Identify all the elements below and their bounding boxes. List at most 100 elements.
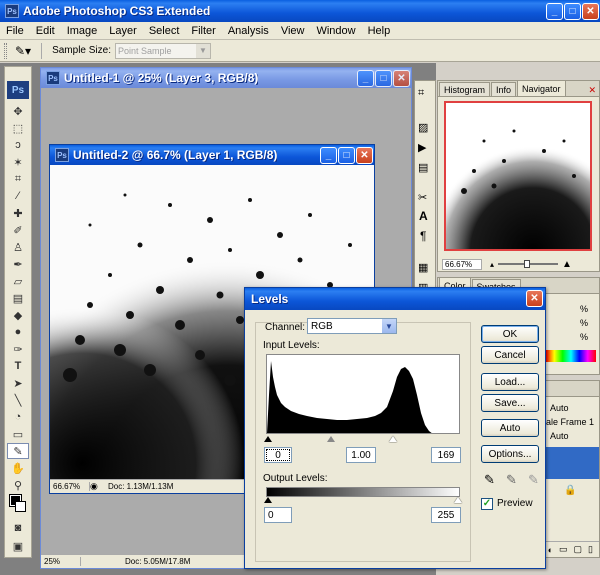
menu-analysis[interactable]: Analysis xyxy=(222,25,275,37)
doc1-maximize-button[interactable]: □ xyxy=(375,70,392,87)
marquee-tool-icon[interactable]: ⬚ xyxy=(7,120,29,136)
auto-button[interactable]: Auto xyxy=(481,419,539,437)
screen-mode-icon[interactable]: ▣ xyxy=(7,538,29,554)
layer-comps-icon[interactable]: ▤ xyxy=(418,161,428,174)
doc1-minimize-button[interactable]: _ xyxy=(357,70,374,87)
tab-info[interactable]: Info xyxy=(491,82,517,96)
channel-select[interactable]: RGB ▼ xyxy=(307,318,397,334)
eyedropper-tool-icon[interactable]: ✎ xyxy=(7,443,29,459)
panel-close-icon[interactable]: ✕ xyxy=(588,85,596,96)
input-black-slider[interactable] xyxy=(264,436,272,442)
pen-tool-icon[interactable]: ✑ xyxy=(7,341,29,357)
menu-help[interactable]: Help xyxy=(362,25,397,37)
adjustment-layer-icon[interactable]: ◐ xyxy=(548,545,553,555)
notes-tool-icon[interactable]: ▭ xyxy=(7,426,29,442)
save-button[interactable]: Save... xyxy=(481,394,539,412)
eyedropper-tool-preset-icon[interactable]: ✎▾ xyxy=(15,44,31,58)
gradient-tool-icon[interactable]: ▤ xyxy=(7,290,29,306)
zoom-tool-icon[interactable]: ⚲ xyxy=(7,477,29,493)
load-button[interactable]: Load... xyxy=(481,373,539,391)
character-icon[interactable]: A xyxy=(419,209,428,223)
input-gamma-slider[interactable] xyxy=(327,436,335,442)
input-black-field[interactable]: 0 xyxy=(264,447,292,463)
new-group-icon[interactable]: ▭ xyxy=(559,544,568,555)
brush-tool-icon[interactable]: ✐ xyxy=(7,222,29,238)
close-button[interactable]: ✕ xyxy=(582,3,599,20)
gray-eyedropper-icon[interactable]: ✎ xyxy=(506,472,517,488)
levels-close-button[interactable]: ✕ xyxy=(526,290,543,307)
lasso-tool-icon[interactable]: ↄ xyxy=(7,137,29,153)
ok-button[interactable]: OK xyxy=(481,325,539,343)
paragraph-icon[interactable]: ¶ xyxy=(420,229,426,243)
tab-navigator[interactable]: Navigator xyxy=(517,80,566,96)
menu-select[interactable]: Select xyxy=(143,25,186,37)
output-black-slider[interactable] xyxy=(264,497,272,503)
cancel-button[interactable]: Cancel xyxy=(481,346,539,364)
doc1-close-button[interactable]: ✕ xyxy=(393,70,410,87)
input-white-slider[interactable] xyxy=(389,436,397,442)
output-white-slider[interactable] xyxy=(454,497,462,503)
actions-icon[interactable]: ▶ xyxy=(418,141,426,154)
input-white-field[interactable]: 169 xyxy=(431,447,461,463)
3d-rotate-tool-icon[interactable]: ◔ xyxy=(7,409,29,425)
tools-icon[interactable]: ✂ xyxy=(418,191,427,204)
app-title-bar[interactable]: Ps Adobe Photoshop CS3 Extended _ □ ✕ xyxy=(0,0,600,22)
doc2-title-bar[interactable]: Ps Untitled-2 @ 66.7% (Layer 1, RGB/8) _… xyxy=(50,145,374,165)
menu-view[interactable]: View xyxy=(275,25,311,37)
tab-histogram[interactable]: Histogram xyxy=(439,82,491,96)
hand-tool-icon[interactable]: ✋ xyxy=(7,460,29,476)
type-tool-icon[interactable]: T xyxy=(7,358,29,374)
path-selection-tool-icon[interactable]: ➤ xyxy=(7,375,29,391)
dodge-tool-icon[interactable]: ● xyxy=(7,324,29,340)
quick-mask-icon[interactable]: ◙ xyxy=(7,520,29,536)
doc2-minimize-button[interactable]: _ xyxy=(320,147,337,164)
black-eyedropper-icon[interactable]: ✎ xyxy=(484,472,495,488)
history-brush-tool-icon[interactable]: ✒ xyxy=(7,256,29,272)
menu-layer[interactable]: Layer xyxy=(103,25,143,37)
healing-brush-tool-icon[interactable]: ✚ xyxy=(7,205,29,221)
doc2-maximize-button[interactable]: □ xyxy=(338,147,355,164)
levels-title-bar[interactable]: Levels ✕ xyxy=(245,288,545,310)
selected-layer-row[interactable] xyxy=(542,447,599,479)
clone-source-icon[interactable]: ▦ xyxy=(418,261,428,274)
navigator-thumbnail[interactable] xyxy=(444,101,592,251)
menu-image[interactable]: Image xyxy=(61,25,104,37)
navigator-zoom-value[interactable]: 66.67% xyxy=(442,258,482,270)
doc2-status-menu-icon[interactable]: ◉ xyxy=(90,481,102,492)
move-tool-icon[interactable]: ✥ xyxy=(7,103,29,119)
navigator-zoom-slider[interactable] xyxy=(498,260,559,268)
menu-filter[interactable]: Filter xyxy=(185,25,221,37)
input-gamma-field[interactable]: 1.00 xyxy=(346,447,376,463)
options-button[interactable]: Options... xyxy=(481,445,539,463)
minimize-button[interactable]: _ xyxy=(546,3,563,20)
zoom-in-icon[interactable]: ▲ xyxy=(562,259,572,270)
crop-tool-icon[interactable]: ⌗ xyxy=(7,171,29,187)
zoom-out-icon[interactable]: ▴ xyxy=(490,260,494,269)
line-tool-icon[interactable]: ╲ xyxy=(7,392,29,408)
magic-wand-tool-icon[interactable]: ✶ xyxy=(7,154,29,170)
sample-size-select[interactable]: Point Sample ▼ xyxy=(115,42,211,59)
slice-tool-icon[interactable]: ⁄ xyxy=(7,188,29,204)
eraser-tool-icon[interactable]: ▱ xyxy=(7,273,29,289)
menu-edit[interactable]: Edit xyxy=(30,25,61,37)
brushes-icon[interactable]: ⌗ xyxy=(418,87,424,100)
white-eyedropper-icon[interactable]: ✎ xyxy=(528,472,539,488)
menu-file[interactable]: File xyxy=(0,25,30,37)
doc1-zoom[interactable]: 25% xyxy=(41,557,81,566)
doc2-zoom[interactable]: 66.67% xyxy=(50,482,90,491)
tool-presets-icon[interactable]: ▨ xyxy=(418,121,428,134)
preview-checkbox[interactable]: ✓ xyxy=(481,498,493,510)
output-black-field[interactable]: 0 xyxy=(264,507,292,523)
delete-layer-icon[interactable]: ▯ xyxy=(588,544,593,555)
clone-stamp-tool-icon[interactable]: ♙ xyxy=(7,239,29,255)
background-color-swatch[interactable] xyxy=(15,501,26,512)
doc2-close-button[interactable]: ✕ xyxy=(356,147,373,164)
color-ramp[interactable] xyxy=(546,350,596,362)
blur-tool-icon[interactable]: ◆ xyxy=(7,307,29,323)
zoom-slider-thumb[interactable] xyxy=(524,260,531,268)
new-layer-icon[interactable]: ▢ xyxy=(574,544,583,555)
menu-window[interactable]: Window xyxy=(310,25,361,37)
maximize-button[interactable]: □ xyxy=(564,3,581,20)
options-grip[interactable] xyxy=(4,42,7,59)
output-white-field[interactable]: 255 xyxy=(431,507,461,523)
